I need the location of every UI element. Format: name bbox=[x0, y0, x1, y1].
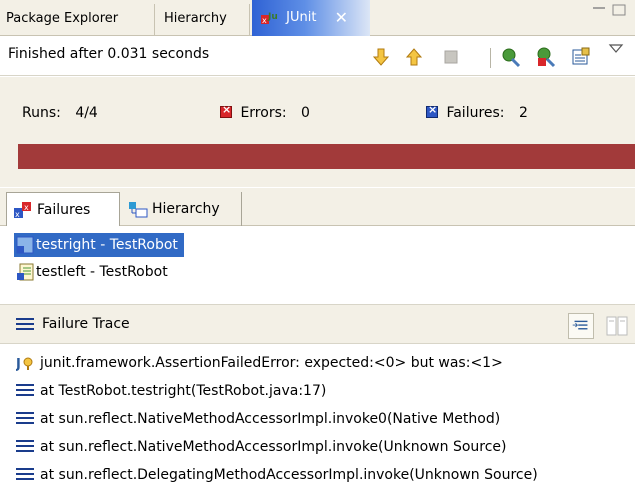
failures-counter: Failures: 2 bbox=[426, 103, 528, 121]
list-item[interactable]: testleft - TestRobot bbox=[14, 260, 168, 284]
runs-label: Runs: bbox=[22, 105, 61, 121]
progress-bar bbox=[18, 144, 635, 169]
tab-failures-label: Failures bbox=[37, 202, 91, 218]
filter-stack-trace-icon[interactable] bbox=[568, 313, 594, 339]
hierarchy-tab-icon bbox=[129, 202, 148, 218]
runs-value: 4/4 bbox=[75, 105, 98, 121]
tab-failures[interactable]: x x Failures bbox=[6, 192, 120, 226]
trace-line[interactable]: at sun.reflect.NativeMethodAccessorImpl.… bbox=[14, 407, 500, 431]
tab-hierarchy[interactable]: Hierarchy bbox=[158, 4, 250, 36]
trace-line[interactable]: at sun.reflect.NativeMethodAccessorImpl.… bbox=[14, 435, 507, 459]
test-failure-icon bbox=[17, 263, 34, 281]
tab-package-explorer[interactable]: Package Explorer bbox=[0, 4, 155, 36]
failure-trace-list: J junit.framework.AssertionFailedError: … bbox=[0, 345, 635, 504]
trace-line-text: at TestRobot.testright(TestRobot.java:17… bbox=[40, 383, 327, 399]
tab-hierarchy-results[interactable]: Hierarchy bbox=[122, 192, 242, 226]
errors-value: 0 bbox=[301, 105, 310, 121]
failures-tab-icon: x x bbox=[14, 202, 31, 219]
view-tab-bar: Package Explorer Hierarchy x Ju JUnit ✕ bbox=[0, 0, 635, 36]
trace-line[interactable]: J junit.framework.AssertionFailedError: … bbox=[14, 351, 503, 375]
error-icon bbox=[220, 103, 232, 118]
failures-list: testright - TestRobot testleft - TestRob… bbox=[0, 227, 635, 304]
rerun-failures-icon[interactable] bbox=[535, 46, 557, 68]
stack-frame-icon bbox=[16, 384, 34, 398]
trace-line-text: at sun.reflect.NativeMethodAccessorImpl.… bbox=[40, 411, 501, 427]
list-item-label: testright - TestRobot bbox=[36, 237, 178, 253]
minimize-maximize-icon[interactable] bbox=[589, 2, 629, 22]
view-menu-chevron-icon[interactable] bbox=[606, 42, 626, 56]
trace-line-text: junit.framework.AssertionFailedError: ex… bbox=[40, 355, 503, 371]
counters-panel: Runs: 4/4 Errors: 0 Failures: 2 bbox=[0, 77, 635, 137]
rerun-icon[interactable] bbox=[500, 46, 522, 68]
tab-hierarchy-label: Hierarchy bbox=[152, 201, 220, 217]
trace-line[interactable]: at sun.reflect.DelegatingMethodAccessorI… bbox=[14, 463, 538, 487]
junit-icon: x Ju bbox=[261, 12, 278, 25]
stack-frame-icon bbox=[16, 468, 34, 482]
close-icon[interactable]: ✕ bbox=[335, 0, 348, 36]
svg-text:J: J bbox=[16, 357, 21, 372]
failures-label: Failures: bbox=[446, 105, 505, 121]
svg-text:x: x bbox=[262, 16, 267, 25]
svg-text:x: x bbox=[15, 210, 20, 219]
failure-trace-header: Failure Trace bbox=[0, 304, 635, 344]
runs-counter: Runs: 4/4 bbox=[22, 105, 98, 121]
junit-toolbar: Finished after 0.031 seconds bbox=[0, 36, 635, 76]
result-tabs: x x Failures Hierarchy bbox=[0, 188, 635, 226]
list-item-label: testleft - TestRobot bbox=[36, 264, 168, 280]
tab-junit[interactable]: x Ju JUnit ✕ bbox=[252, 0, 370, 36]
trace-line-text: at sun.reflect.DelegatingMethodAccessorI… bbox=[40, 467, 538, 483]
errors-counter: Errors: 0 bbox=[220, 103, 310, 121]
next-failure-icon[interactable] bbox=[370, 46, 392, 68]
exception-icon: J bbox=[16, 357, 33, 372]
stack-frame-icon bbox=[16, 440, 34, 454]
progress-fill bbox=[18, 144, 635, 169]
stop-icon[interactable] bbox=[440, 46, 462, 68]
toolbar-separator bbox=[490, 48, 491, 68]
failures-value: 2 bbox=[518, 105, 528, 121]
list-item[interactable]: testright - TestRobot bbox=[14, 233, 184, 257]
previous-failure-icon[interactable] bbox=[403, 46, 425, 68]
failure-icon bbox=[426, 103, 438, 118]
status-text: Finished after 0.031 seconds bbox=[8, 46, 210, 62]
stack-frame-icon bbox=[16, 412, 34, 426]
tab-junit-label: JUnit bbox=[286, 10, 317, 25]
test-failure-icon bbox=[16, 236, 34, 254]
trace-line-text: at sun.reflect.NativeMethodAccessorImpl.… bbox=[40, 439, 507, 455]
stack-trace-icon bbox=[16, 318, 34, 332]
compare-results-icon[interactable] bbox=[604, 315, 630, 337]
errors-label: Errors: bbox=[240, 105, 287, 121]
trace-line[interactable]: at TestRobot.testright(TestRobot.java:17… bbox=[14, 379, 326, 403]
failure-trace-title: Failure Trace bbox=[42, 316, 130, 332]
scroll-lock-icon[interactable] bbox=[570, 46, 592, 68]
svg-text:x: x bbox=[24, 203, 29, 212]
progress-panel bbox=[0, 137, 635, 187]
svg-text:Ju: Ju bbox=[267, 12, 278, 22]
